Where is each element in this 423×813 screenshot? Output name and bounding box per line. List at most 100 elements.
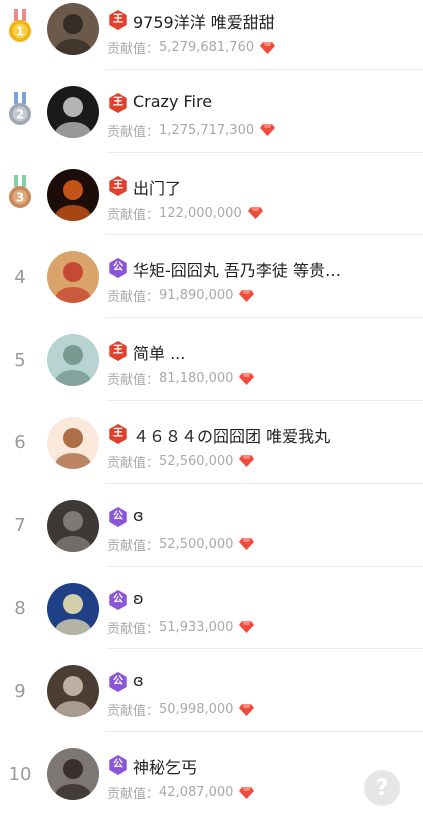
duke-badge-icon: 公 bbox=[108, 589, 128, 610]
avatar[interactable] bbox=[47, 85, 99, 138]
contribution-ranking-list: 1 王 9759洋洋 唯爱甜甜 贡献值： 5,279,681,760 2 王 Crazy Fi… bbox=[0, 0, 423, 813]
row-divider bbox=[107, 482, 423, 484]
rank-cell: 10 bbox=[0, 745, 40, 803]
contribution-amount: 42,087,000 bbox=[159, 785, 234, 801]
contribution-label: 贡献值： bbox=[107, 621, 160, 637]
diamond-icon bbox=[239, 372, 255, 385]
list-item[interactable]: 4 公华矩-囧囧丸 吾乃李徒 等贵… 贡献值： 91,890,000 bbox=[0, 248, 423, 331]
contribution-label: 贡献值： bbox=[107, 787, 160, 803]
user-name[interactable]: 简单 ... bbox=[133, 340, 185, 364]
duke-badge-icon: 公 bbox=[108, 258, 128, 279]
user-name[interactable]: Crazy Fire bbox=[133, 92, 212, 111]
contribution-amount: 52,560,000 bbox=[159, 453, 234, 469]
user-name[interactable]: ɞ bbox=[133, 506, 144, 525]
contribution-value: 贡献值： 52,500,000 bbox=[107, 535, 255, 554]
avatar[interactable] bbox=[47, 416, 99, 469]
contribution-value: 贡献值： 5,279,681,760 bbox=[107, 38, 276, 57]
contribution-amount: 51,933,000 bbox=[159, 619, 234, 635]
gold-medal-icon: 1 bbox=[9, 9, 31, 42]
duke-badge-icon: 公 bbox=[108, 672, 128, 693]
user-name[interactable]: 9759洋洋 唯爱甜甜 bbox=[133, 9, 275, 33]
contribution-amount: 1,275,717,300 bbox=[159, 122, 255, 138]
silver-medal-icon: 2 bbox=[9, 91, 31, 125]
avatar[interactable] bbox=[47, 334, 99, 387]
badge-label: 王 bbox=[113, 345, 123, 357]
king-badge-icon: 王 bbox=[108, 92, 128, 113]
rank-cell: 9 bbox=[0, 662, 40, 720]
list-item[interactable]: 8 公 ʚ 贡献值： 51,933,000 bbox=[0, 580, 423, 663]
king-badge-icon: 王 bbox=[108, 175, 128, 196]
rank-cell: 3 bbox=[0, 166, 40, 224]
row-divider bbox=[107, 648, 423, 650]
row-divider bbox=[107, 731, 423, 733]
user-name[interactable]: 出门了 bbox=[133, 175, 181, 199]
avatar[interactable] bbox=[47, 251, 99, 304]
list-item[interactable]: 6 王 ４６８４の囧囧团 唯爱我丸 贡献值： 52,560,000 bbox=[0, 414, 423, 497]
contribution-amount: 91,890,000 bbox=[159, 288, 234, 304]
diamond-icon bbox=[239, 621, 255, 634]
rank-number: 7 bbox=[14, 515, 26, 537]
badge-label: 王 bbox=[113, 179, 123, 191]
diamond-icon bbox=[260, 124, 276, 137]
contribution-amount: 5,279,681,760 bbox=[159, 40, 255, 55]
badge-label: 公 bbox=[113, 593, 123, 605]
avatar[interactable] bbox=[47, 748, 99, 801]
avatar[interactable] bbox=[47, 582, 99, 635]
rank-number: 4 bbox=[14, 266, 26, 288]
rank-cell: 8 bbox=[0, 580, 40, 638]
badge-label: 王 bbox=[113, 14, 123, 25]
bronze-medal-icon: 3 bbox=[9, 174, 31, 208]
badge-label: 公 bbox=[113, 262, 123, 274]
list-item[interactable]: 7 公 ɞ 贡献值： 52,500,000 bbox=[0, 497, 423, 580]
list-item[interactable]: 3 王出门了贡献值： 122,000,000 bbox=[0, 166, 423, 249]
user-name[interactable]: ɞ bbox=[133, 671, 144, 690]
avatar[interactable] bbox=[47, 665, 99, 718]
badge-label: 公 bbox=[113, 510, 123, 522]
contribution-amount: 81,180,000 bbox=[159, 371, 234, 387]
rank-cell: 7 bbox=[0, 497, 40, 555]
king-badge-icon: 王 bbox=[108, 423, 128, 444]
diamond-icon bbox=[239, 538, 255, 551]
diamond-icon bbox=[239, 455, 255, 468]
contribution-value: 贡献值： 51,933,000 bbox=[107, 618, 255, 637]
rank-cell: 2 bbox=[0, 83, 40, 141]
diamond-icon bbox=[247, 207, 263, 220]
rank-cell: 1 bbox=[0, 0, 40, 58]
row-divider bbox=[107, 565, 423, 567]
user-name[interactable]: 神秘乞丐 bbox=[133, 754, 197, 778]
list-item[interactable]: 10 公神秘乞丐 贡献值： 42,087,000 bbox=[0, 745, 423, 813]
user-name[interactable]: ʚ bbox=[133, 589, 144, 608]
rank-number: 9 bbox=[14, 680, 26, 702]
contribution-value: 贡献值： 42,087,000 bbox=[107, 783, 255, 803]
contribution-amount: 52,500,000 bbox=[159, 536, 234, 552]
list-item[interactable]: 2 王 Crazy Fire 贡献值： 1,275,717,300 bbox=[0, 83, 423, 166]
diamond-icon bbox=[239, 786, 255, 799]
list-item[interactable]: 1 王 9759洋洋 唯爱甜甜贡献值： 5,279,681,760 bbox=[0, 0, 423, 83]
user-name[interactable]: 华矩-囧囧丸 吾乃李徒 等贵… bbox=[133, 257, 341, 281]
contribution-label: 贡献值： bbox=[107, 538, 160, 554]
user-name[interactable]: ４６８４の囧囧团 唯爱我丸 bbox=[133, 423, 330, 447]
avatar[interactable] bbox=[47, 499, 99, 552]
king-badge-icon: 王 bbox=[108, 341, 128, 362]
contribution-label: 贡献值： bbox=[107, 207, 160, 223]
row-divider bbox=[107, 234, 423, 236]
avatar[interactable] bbox=[47, 168, 99, 221]
contribution-label: 贡献值： bbox=[107, 704, 160, 720]
contribution-value: 贡献值： 50,998,000 bbox=[107, 700, 255, 720]
contribution-label: 贡献值： bbox=[107, 455, 160, 471]
contribution-amount: 122,000,000 bbox=[159, 205, 242, 221]
king-badge-icon: 王 bbox=[108, 10, 128, 30]
rank-number: 10 bbox=[8, 763, 32, 785]
diamond-icon bbox=[260, 41, 276, 54]
diamond-icon bbox=[239, 289, 255, 302]
contribution-value: 贡献值： 1,275,717,300 bbox=[107, 121, 276, 140]
badge-label: 公 bbox=[113, 676, 123, 688]
help-button[interactable]: ? bbox=[364, 770, 400, 806]
contribution-label: 贡献值： bbox=[107, 124, 160, 140]
rank-number: 1 bbox=[16, 25, 24, 39]
contribution-value: 贡献值： 122,000,000 bbox=[107, 204, 263, 223]
diamond-icon bbox=[239, 703, 255, 716]
list-item[interactable]: 5 王简单 ... 贡献值： 81,180,000 bbox=[0, 331, 423, 414]
list-item[interactable]: 9 公 ɞ 贡献值： 50,998,000 bbox=[0, 662, 423, 745]
avatar[interactable] bbox=[47, 3, 99, 55]
